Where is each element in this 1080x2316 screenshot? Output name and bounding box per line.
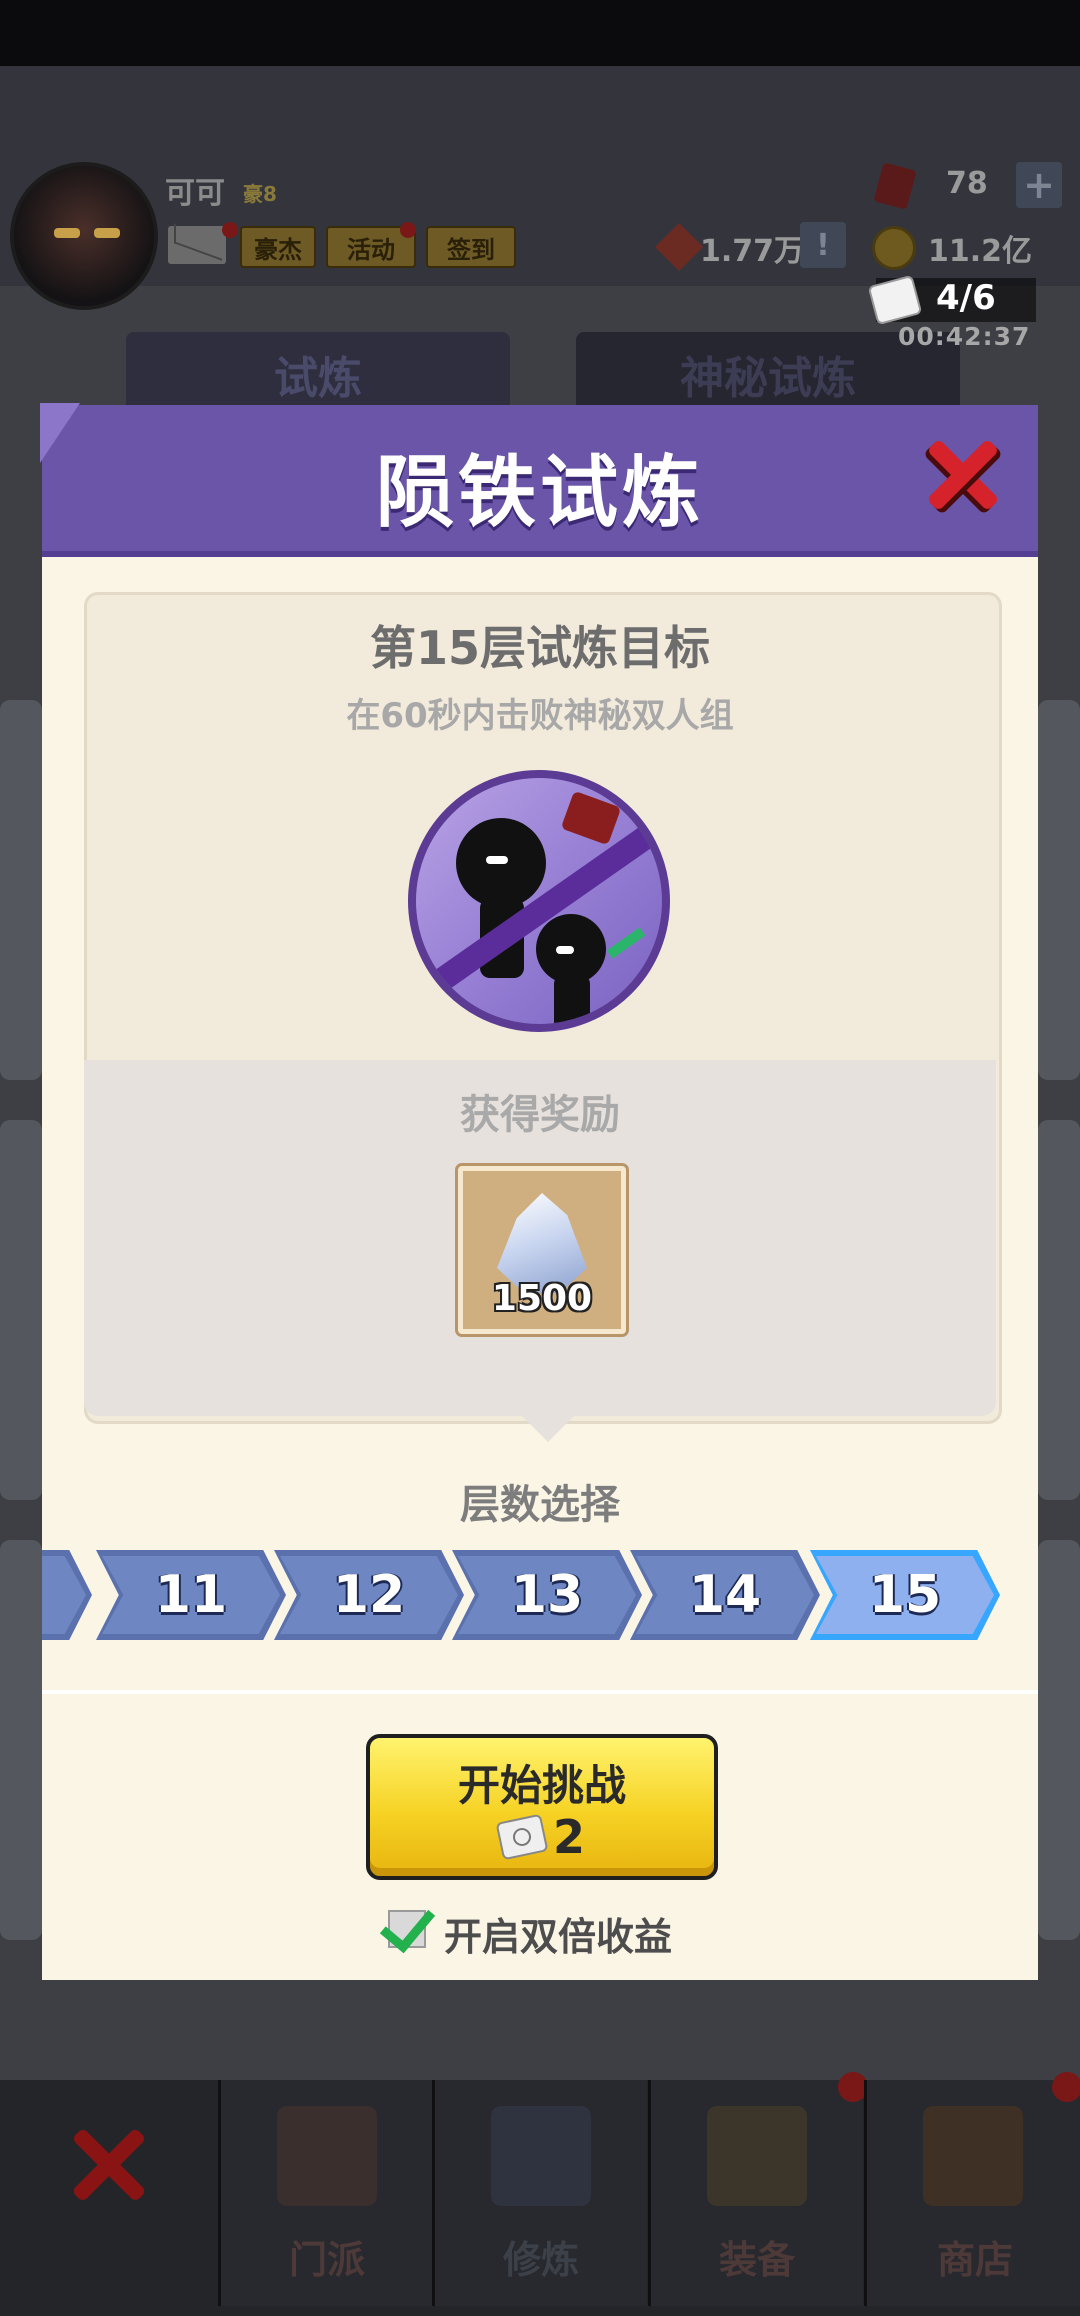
sect-icon	[277, 2106, 377, 2206]
trial-count: 4/6	[936, 278, 996, 318]
nav-sect[interactable]: 门派	[218, 2080, 433, 2306]
close-nav-icon[interactable]	[64, 2120, 154, 2210]
floor-selector[interactable]: 10 11 12 13 14 15	[42, 1532, 1038, 1662]
divider	[42, 1690, 1038, 1694]
floor-option[interactable]: 12	[274, 1550, 464, 1640]
boss-portrait	[408, 770, 670, 1032]
player-avatar[interactable]	[10, 162, 158, 310]
add-gem-button[interactable]: +	[1016, 162, 1062, 208]
floor-select-label: 层数选择	[460, 1482, 620, 1528]
mail-badge	[222, 222, 238, 238]
power-info-button[interactable]: !	[800, 222, 846, 268]
refresh-timer: 00:42:37	[898, 322, 1031, 351]
shop-icon	[923, 2106, 1023, 2206]
dialog-title: 陨铁试炼	[375, 448, 704, 538]
close-x-icon[interactable]	[920, 432, 1006, 518]
scroll-ticket-icon	[495, 1813, 549, 1861]
bg-card	[0, 1540, 42, 1940]
floor-option[interactable]: 14	[630, 1550, 820, 1640]
bg-card	[1038, 1120, 1080, 1500]
vip-level: 豪8	[243, 182, 277, 206]
floor-option[interactable]: 11	[96, 1550, 286, 1640]
hero-button[interactable]: 豪杰	[240, 226, 316, 268]
reward-item[interactable]: 1500	[458, 1166, 626, 1334]
player-name: 可可	[165, 176, 225, 211]
start-cost-value: 2	[552, 1810, 585, 1864]
start-cost: 2	[370, 1810, 714, 1864]
player-header	[0, 66, 1080, 286]
floor-option[interactable]: 13	[452, 1550, 642, 1640]
book-icon	[491, 2106, 591, 2206]
power-value: 1.77万	[700, 234, 805, 269]
bg-card	[1038, 700, 1080, 1080]
nav-cultivate[interactable]: 修炼	[432, 2080, 647, 2306]
nav-equipment[interactable]: 装备	[648, 2080, 863, 2306]
goal-title: 第15层试炼目标	[369, 621, 710, 675]
reward-title: 获得奖励	[460, 1092, 620, 1138]
checkin-button[interactable]: 签到	[426, 226, 516, 268]
start-challenge-button[interactable]: 开始挑战 2	[366, 1734, 718, 1880]
reward-quantity: 1500	[491, 1278, 593, 1319]
goal-description: 在60秒内击败神秘双人组	[346, 696, 734, 736]
gem-count: 78	[946, 166, 988, 201]
mail-icon[interactable]	[168, 226, 226, 264]
shop-badge	[1052, 2072, 1080, 2102]
bg-card	[1038, 1540, 1080, 1940]
floor-option[interactable]: 10	[42, 1550, 92, 1640]
bg-card	[0, 1120, 42, 1500]
double-income-label[interactable]: 开启双倍收益	[444, 1906, 672, 1961]
sword-icon	[707, 2106, 807, 2206]
floor-option-selected[interactable]: 15	[810, 1550, 1000, 1640]
start-label: 开始挑战	[457, 1761, 626, 1810]
gold-value: 11.2亿	[928, 234, 1033, 269]
status-bar	[0, 0, 1080, 66]
activity-badge	[400, 222, 416, 238]
gold-icon	[872, 226, 916, 270]
bg-card	[0, 700, 42, 1080]
panel-notch	[520, 1414, 576, 1442]
tab-trial[interactable]: 试炼	[126, 332, 510, 416]
nav-shop[interactable]: 商店	[864, 2080, 1080, 2306]
